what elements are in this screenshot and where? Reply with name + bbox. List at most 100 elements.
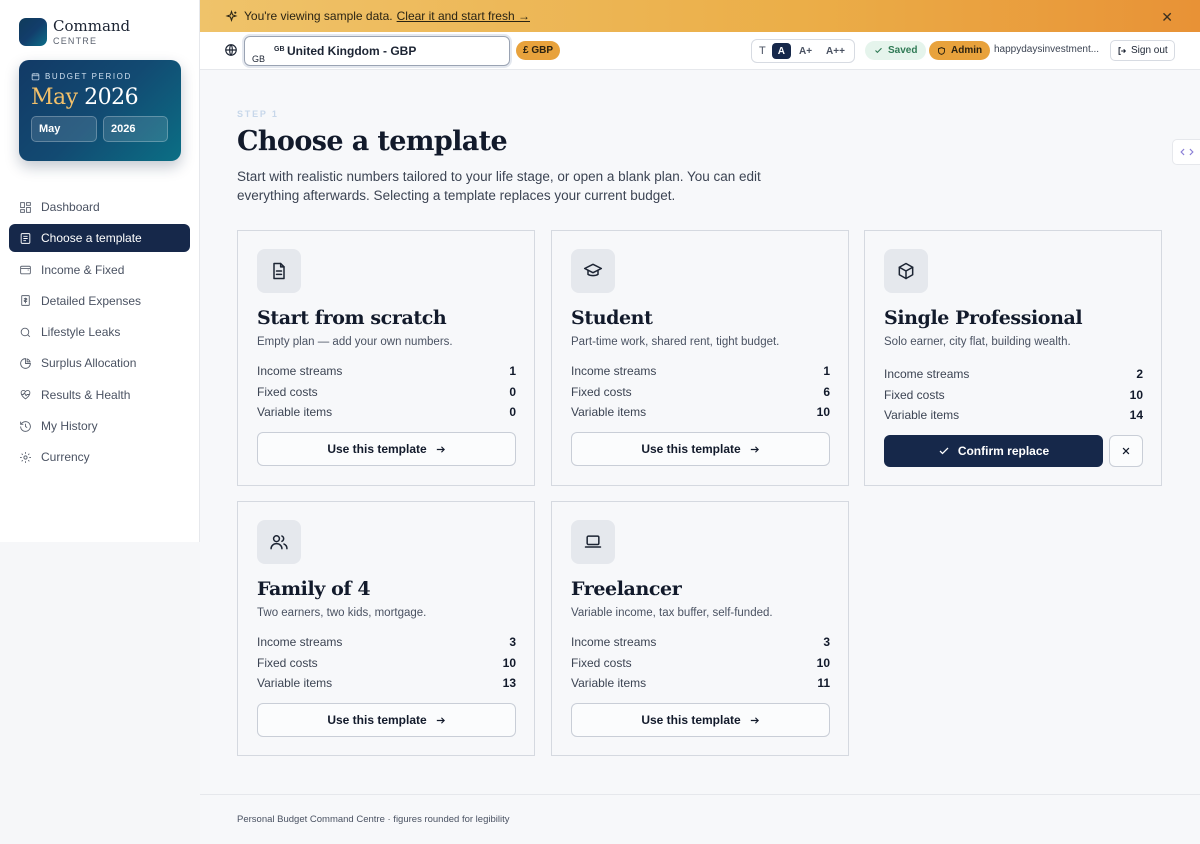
sign-out-button[interactable]: Sign out [1110, 40, 1175, 61]
sidebar-item-currency[interactable]: Currency [9, 443, 190, 471]
country-select[interactable]: GB GB United Kingdom - GBP [244, 36, 510, 66]
sidebar-item-choose-template[interactable]: Choose a template [9, 224, 190, 253]
banner-text: You're viewing sample data. [244, 9, 393, 23]
card-icon-wrap [257, 520, 301, 564]
sidebar-item-surplus-allocation[interactable]: Surplus Allocation [9, 349, 190, 377]
pie-icon [20, 358, 31, 369]
stat-fixed: Fixed costs 10 [884, 388, 1143, 409]
sidebar-nav: Dashboard Choose a template Income & Fix… [9, 193, 190, 475]
cancel-replace-button[interactable] [1109, 435, 1143, 467]
sidebar-item-detailed-expenses[interactable]: Detailed Expenses [9, 287, 190, 315]
stat-label: Fixed costs [884, 387, 945, 402]
stat-income: Income streams 1 [257, 364, 516, 385]
template-title: Start from scratch [257, 307, 447, 329]
graduation-cap-icon [583, 263, 603, 277]
arrow-right-icon [436, 445, 445, 453]
template-card-student: Student Part-time work, shared rent, tig… [551, 230, 849, 486]
template-card-scratch: Start from scratch Empty plan — add your… [237, 230, 535, 486]
page-description: Start with realistic numbers tailored to… [237, 169, 761, 203]
stat-label: Income streams [257, 364, 343, 378]
check-icon [875, 47, 882, 54]
card-icon-wrap [571, 249, 615, 293]
template-subtitle: Empty plan — add your own numbers. [257, 336, 453, 348]
period-month: May [31, 85, 78, 110]
stat-value: 10 [502, 655, 516, 670]
stat-variable: Variable items 14 [884, 408, 1143, 429]
check-icon [939, 447, 949, 455]
user-email: happydaysinvestment... [994, 44, 1100, 55]
template-title: Family of 4 [257, 578, 371, 600]
use-template-button[interactable]: Use this template [571, 432, 830, 466]
budget-period-value: May 2026 [31, 85, 169, 110]
stat-label: Income streams [884, 367, 970, 381]
sidebar-item-label: Lifestyle Leaks [41, 325, 121, 340]
code-icon [1179, 148, 1194, 156]
sidebar-item-income-fixed[interactable]: Income & Fixed [9, 256, 190, 284]
stat-variable: Variable items 10 [571, 405, 830, 426]
template-icon [20, 232, 31, 244]
gear-icon [20, 451, 31, 463]
use-template-button[interactable]: Use this template [257, 703, 516, 737]
stat-label: Fixed costs [257, 384, 318, 399]
card-icon-wrap [257, 249, 301, 293]
saved-label: Saved [888, 45, 918, 56]
stat-label: Fixed costs [571, 384, 632, 399]
users-icon [270, 535, 288, 550]
stat-income: Income streams 3 [257, 635, 516, 656]
stat-fixed: Fixed costs 0 [257, 385, 516, 406]
dashboard-icon [20, 201, 31, 213]
calendar-icon [31, 73, 40, 81]
sidebar-item-my-history[interactable]: My History [9, 412, 190, 440]
year-select[interactable]: 2026 [103, 116, 168, 142]
side-panel-toggle[interactable] [1172, 139, 1200, 165]
sidebar-item-label: Surplus Allocation [41, 356, 137, 371]
stat-value: 3 [509, 635, 516, 649]
brand-subtitle: CENTRE [53, 35, 98, 46]
brand[interactable]: Command CENTRE [19, 18, 130, 46]
currency-badge: £ GBP [516, 41, 561, 60]
sidebar: Command CENTRE BUDGET PERIOD May 2026 Ma… [0, 0, 200, 542]
use-template-button[interactable]: Use this template [571, 703, 830, 737]
month-select[interactable]: May [31, 116, 97, 142]
confirm-replace-button[interactable]: Confirm replace [884, 435, 1103, 467]
search-icon [20, 327, 31, 337]
sidebar-item-results-health[interactable]: Results & Health [9, 381, 190, 409]
sidebar-item-label: Results & Health [41, 387, 131, 402]
receipt-icon [21, 295, 30, 307]
font-size-a-plus-plus-button[interactable]: A++ [820, 43, 851, 59]
clear-data-link[interactable]: Clear it and start fresh → [397, 9, 530, 23]
stat-value: 10 [1129, 387, 1143, 402]
country-select-value: United Kingdom - GBP [287, 44, 417, 58]
stat-variable: Variable items 0 [257, 405, 516, 426]
arrow-right-icon [750, 716, 759, 724]
sidebar-item-label: My History [41, 419, 98, 434]
font-size-a-plus-button[interactable]: A+ [793, 43, 818, 59]
shield-icon [938, 46, 945, 55]
stat-fixed: Fixed costs 10 [571, 656, 830, 677]
font-size-a-button[interactable]: A [771, 43, 791, 59]
step-label: STEP 1 [237, 109, 279, 119]
box-icon [898, 262, 914, 280]
stat-label: Variable items [884, 408, 960, 422]
card-icon-wrap [571, 520, 615, 564]
sidebar-item-label: Income & Fixed [41, 262, 125, 277]
banner-close-icon[interactable]: ✕ [1161, 9, 1173, 26]
stat-fixed: Fixed costs 10 [257, 656, 516, 677]
close-icon [1122, 447, 1130, 455]
sidebar-item-lifestyle-leaks[interactable]: Lifestyle Leaks [9, 318, 190, 346]
sidebar-item-dashboard[interactable]: Dashboard [9, 193, 190, 221]
stat-value: 1 [823, 364, 830, 378]
main-content: STEP 1 Choose a template Start with real… [200, 70, 1200, 794]
template-title: Single Professional [884, 307, 1083, 329]
text-size-icon: T [759, 45, 766, 57]
template-subtitle: Part-time work, shared rent, tight budge… [571, 336, 780, 348]
globe-icon [225, 44, 237, 56]
stat-income: Income streams 2 [884, 367, 1143, 388]
use-template-button[interactable]: Use this template [257, 432, 516, 466]
country-code: GB [252, 54, 266, 64]
sidebar-item-label: Currency [41, 450, 90, 465]
wallet-icon [20, 265, 31, 275]
brand-logo-icon [19, 18, 47, 46]
country-flag: GB [274, 46, 285, 53]
template-card-family: Family of 4 Two earners, two kids, mortg… [237, 501, 535, 756]
